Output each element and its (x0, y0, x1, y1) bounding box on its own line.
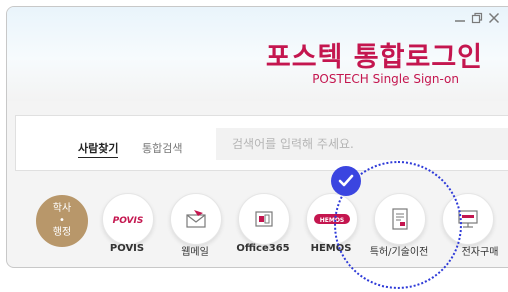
restore-icon[interactable] (470, 11, 484, 25)
search-input[interactable] (216, 128, 508, 160)
minimize-icon[interactable] (453, 11, 467, 25)
office365-label: Office365 (236, 243, 290, 254)
header-banner: 포스텍 통합로그인 POSTECH Single Sign-on (7, 7, 508, 101)
checkmark-icon (331, 166, 361, 196)
academic-admin-label: 학사 • 행정 (52, 203, 72, 238)
webmail-button[interactable] (170, 193, 222, 245)
webmail-label: 웹메일 (181, 247, 209, 258)
tab-integrated-search[interactable]: 통합검색 (142, 140, 182, 156)
close-icon[interactable] (487, 11, 501, 25)
povis-button[interactable]: POVIS (102, 193, 154, 245)
page-title: 포스텍 통합로그인 (265, 42, 483, 73)
page-subtitle: POSTECH Single Sign-on (312, 72, 459, 86)
search-panel: 사람찾기 통합검색 (15, 115, 508, 171)
povis-logo-icon: POVIS (110, 212, 146, 226)
academic-admin-button[interactable]: 학사 • 행정 (36, 195, 88, 247)
mail-icon (186, 210, 206, 228)
tab-people-search[interactable]: 사람찾기 (78, 140, 119, 158)
povis-label: POVIS (109, 243, 145, 254)
office365-button[interactable] (238, 193, 290, 245)
e-procurement-label: 전자구매 (461, 247, 499, 258)
office365-icon (255, 211, 273, 227)
povis-logo-text: POVIS (113, 216, 144, 226)
window-controls (453, 11, 501, 25)
